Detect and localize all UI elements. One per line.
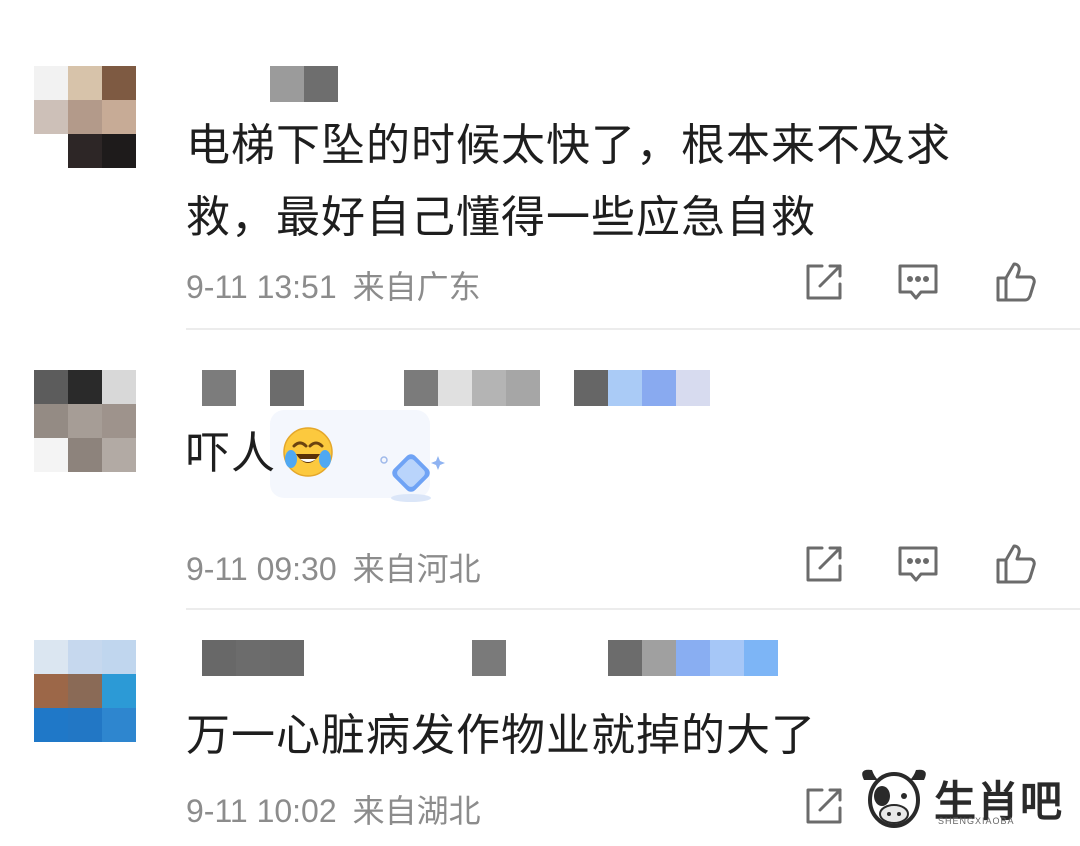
like-button[interactable] <box>992 540 1040 588</box>
comment-text: 吓人 <box>186 418 1016 490</box>
username-blurred[interactable] <box>186 640 786 676</box>
comment-location: 来自河北 <box>352 551 481 587</box>
divider <box>186 328 1080 330</box>
comment-time: 9-11 10:02 <box>186 793 337 829</box>
comment-icon <box>898 264 938 300</box>
avatar[interactable] <box>34 66 136 168</box>
comment-text: 电梯下坠的时候太快了，根本来不及求救，最好自己懂得一些应急自救 <box>186 120 951 243</box>
comment-icon <box>898 546 938 582</box>
comment-text: 万一心脏病发作物业就掉的大了 <box>186 710 816 761</box>
comment-actions <box>796 540 1046 588</box>
comment-actions <box>796 258 1046 306</box>
diamond-badge-icon <box>380 454 445 502</box>
comment-meta: 9-11 10:02 来自湖北 <box>186 786 481 832</box>
comment-meta: 9-11 09:30 来自河北 <box>186 544 481 590</box>
comment-text-content: 吓人 <box>186 428 276 479</box>
share-icon <box>806 546 842 582</box>
share-button[interactable] <box>800 782 848 830</box>
username-blurred[interactable] <box>186 66 346 102</box>
ox-logo-icon <box>862 769 926 828</box>
laughing-crying-emoji-icon <box>283 427 333 477</box>
watermark-logo: 生肖吧 SHENGXIAOBA <box>858 766 1068 832</box>
comment-time: 9-11 13:51 <box>186 269 337 305</box>
avatar[interactable] <box>34 640 136 742</box>
like-icon <box>996 544 1036 584</box>
avatar[interactable] <box>34 370 136 472</box>
reply-button[interactable] <box>894 540 942 588</box>
share-icon <box>806 788 842 824</box>
like-icon <box>996 262 1036 302</box>
share-button[interactable] <box>800 258 848 306</box>
like-button[interactable] <box>992 258 1040 306</box>
reply-button[interactable] <box>894 258 942 306</box>
comment-location: 来自广东 <box>352 269 481 305</box>
comment-meta: 9-11 13:51 来自广东 <box>186 262 481 308</box>
share-button[interactable] <box>800 540 848 588</box>
divider <box>186 608 1080 610</box>
username-blurred[interactable] <box>186 370 716 406</box>
watermark-subtitle: SHENGXIAOBA <box>938 816 1015 826</box>
comment-time: 9-11 09:30 <box>186 551 337 587</box>
share-icon <box>806 264 842 300</box>
comment-location: 来自湖北 <box>352 793 481 829</box>
